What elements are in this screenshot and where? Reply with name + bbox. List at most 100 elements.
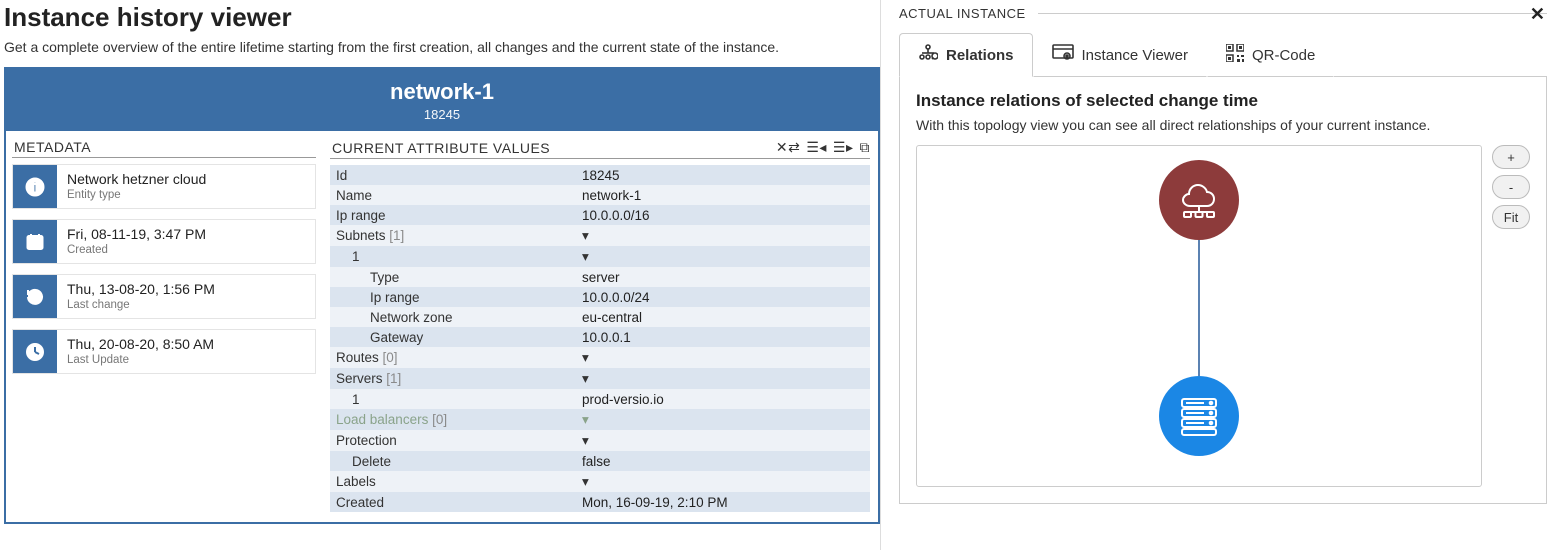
attr-key: Id (330, 165, 576, 185)
metadata-value: Thu, 13-08-20, 1:56 PM (67, 281, 215, 297)
metadata-label: Created (67, 244, 206, 256)
attr-row: Gateway10.0.0.1 (330, 327, 870, 347)
indent-right-icon[interactable]: ☰▸ (833, 139, 854, 156)
page-subtitle: Get a complete overview of the entire li… (4, 39, 880, 55)
attr-row[interactable]: Servers [1] ▾ (330, 368, 870, 389)
attr-key: Type (330, 267, 576, 287)
tabs: Relations Instance Viewer QR-Code (899, 33, 1547, 77)
attributes-table: Id18245Namenetwork-1Ip range10.0.0.0/16S… (330, 165, 870, 512)
panel-title: ACTUAL INSTANCE (899, 6, 1547, 21)
attr-value: server (576, 267, 870, 287)
attr-value: Mon, 16-09-19, 2:10 PM (576, 492, 870, 512)
attr-row: Id18245 (330, 165, 870, 185)
attr-value: ▾ (576, 347, 870, 368)
attr-row: Namenetwork-1 (330, 185, 870, 205)
attr-key: Ip range (330, 287, 576, 307)
attr-key: 1 (330, 246, 576, 267)
metadata-section-title: METADATA (12, 139, 316, 158)
attributes-section-title: CURRENT ATTRIBUTE VALUES ✕⇄ ☰◂ ☰▸ ⧉ (330, 139, 870, 159)
attr-value: ▾ (576, 409, 870, 430)
tab-relations[interactable]: Relations (899, 33, 1033, 77)
metadata-item: Fri, 08-11-19, 3:47 PM Created (12, 219, 316, 264)
tab-viewer[interactable]: Instance Viewer (1033, 33, 1207, 77)
attr-value: 10.0.0.0/24 (576, 287, 870, 307)
tab-label: Instance Viewer (1082, 47, 1188, 64)
page-title: Instance history viewer (4, 2, 880, 33)
attr-key: Subnets [1] (330, 225, 576, 246)
relations-icon (918, 44, 938, 66)
attr-row[interactable]: Labels ▾ (330, 471, 870, 492)
attr-row: Ip range10.0.0.0/24 (330, 287, 870, 307)
metadata-label: Entity type (67, 189, 206, 201)
chevron-down-icon[interactable]: ▾ (582, 371, 589, 387)
topology-edge (1198, 240, 1200, 376)
attr-row: Typeserver (330, 267, 870, 287)
metadata-value: Network hetzner cloud (67, 171, 206, 187)
pane-desc: With this topology view you can see all … (916, 117, 1530, 133)
chevron-down-icon[interactable]: ▾ (582, 249, 589, 265)
attr-key: 1 (330, 389, 576, 409)
attr-key: Labels (330, 471, 576, 492)
chevron-down-icon[interactable]: ▾ (582, 412, 589, 428)
pane-heading: Instance relations of selected change ti… (916, 91, 1530, 111)
indent-left-icon[interactable]: ☰◂ (806, 139, 827, 156)
instance-id: 18245 (6, 107, 878, 122)
attr-key: Servers [1] (330, 368, 576, 389)
attr-value: false (576, 451, 870, 471)
zoom-out-button[interactable]: - (1492, 175, 1530, 199)
chevron-down-icon[interactable]: ▾ (582, 474, 589, 490)
attr-row: CreatedMon, 16-09-19, 2:10 PM (330, 492, 870, 512)
metadata-value: Thu, 20-08-20, 8:50 AM (67, 336, 214, 352)
close-icon[interactable]: ✕ (1530, 4, 1545, 25)
attr-key: Ip range (330, 205, 576, 225)
zoom-fit-button[interactable]: Fit (1492, 205, 1530, 229)
history-card: network-1 18245 METADATA i Network hetzne… (4, 67, 880, 524)
tab-label: QR-Code (1252, 47, 1315, 64)
tab-qr[interactable]: QR-Code (1207, 33, 1334, 77)
relations-pane: Instance relations of selected change ti… (899, 77, 1547, 504)
attr-value: ▾ (576, 471, 870, 492)
tab-label: Relations (946, 47, 1014, 64)
attr-value: ▾ (576, 368, 870, 389)
attr-row[interactable]: Load balancers [0] ▾ (330, 409, 870, 430)
attr-value: 10.0.0.1 (576, 327, 870, 347)
attr-row: Deletefalse (330, 451, 870, 471)
chevron-down-icon[interactable]: ▾ (582, 228, 589, 244)
topology-node-cloud[interactable] (1159, 160, 1239, 240)
attr-row: Ip range10.0.0.0/16 (330, 205, 870, 225)
attr-row[interactable]: 1▾ (330, 246, 870, 267)
info-icon: i (13, 165, 57, 208)
attr-value: ▾ (576, 430, 870, 451)
attr-key: Created (330, 492, 576, 512)
instance-name: network-1 (6, 79, 878, 105)
shuffle-icon[interactable]: ✕⇄ (776, 139, 800, 156)
metadata-item: i Network hetzner cloud Entity type (12, 164, 316, 209)
topology-canvas[interactable] (916, 145, 1482, 487)
topology-node-server[interactable] (1159, 376, 1239, 456)
attr-row: 1prod-versio.io (330, 389, 870, 409)
svg-text:i: i (33, 179, 37, 195)
attr-row[interactable]: Subnets [1] ▾ (330, 225, 870, 246)
chevron-down-icon[interactable]: ▾ (582, 433, 589, 449)
attr-value: 10.0.0.0/16 (576, 205, 870, 225)
chevron-down-icon[interactable]: ▾ (582, 350, 589, 366)
attr-key: Gateway (330, 327, 576, 347)
attr-value: 18245 (576, 165, 870, 185)
metadata-item: Thu, 20-08-20, 8:50 AMLast Update (12, 329, 316, 374)
history-icon (13, 275, 57, 318)
attr-key: Routes [0] (330, 347, 576, 368)
attr-value: ▾ (576, 246, 870, 267)
zoom-in-button[interactable]: + (1492, 145, 1530, 169)
attr-row[interactable]: Protection▾ (330, 430, 870, 451)
attr-value: prod-versio.io (576, 389, 870, 409)
open-external-icon[interactable]: ⧉ (860, 139, 871, 156)
attr-value: network-1 (576, 185, 870, 205)
attr-key: Network zone (330, 307, 576, 327)
attr-row[interactable]: Routes [0] ▾ (330, 347, 870, 368)
attr-value: eu-central (576, 307, 870, 327)
clock-icon (13, 330, 57, 373)
attr-key: Load balancers [0] (330, 409, 576, 430)
qr-icon (1226, 44, 1244, 66)
metadata-item: Thu, 13-08-20, 1:56 PMLast change (12, 274, 316, 319)
metadata-value: Fri, 08-11-19, 3:47 PM (67, 226, 206, 242)
